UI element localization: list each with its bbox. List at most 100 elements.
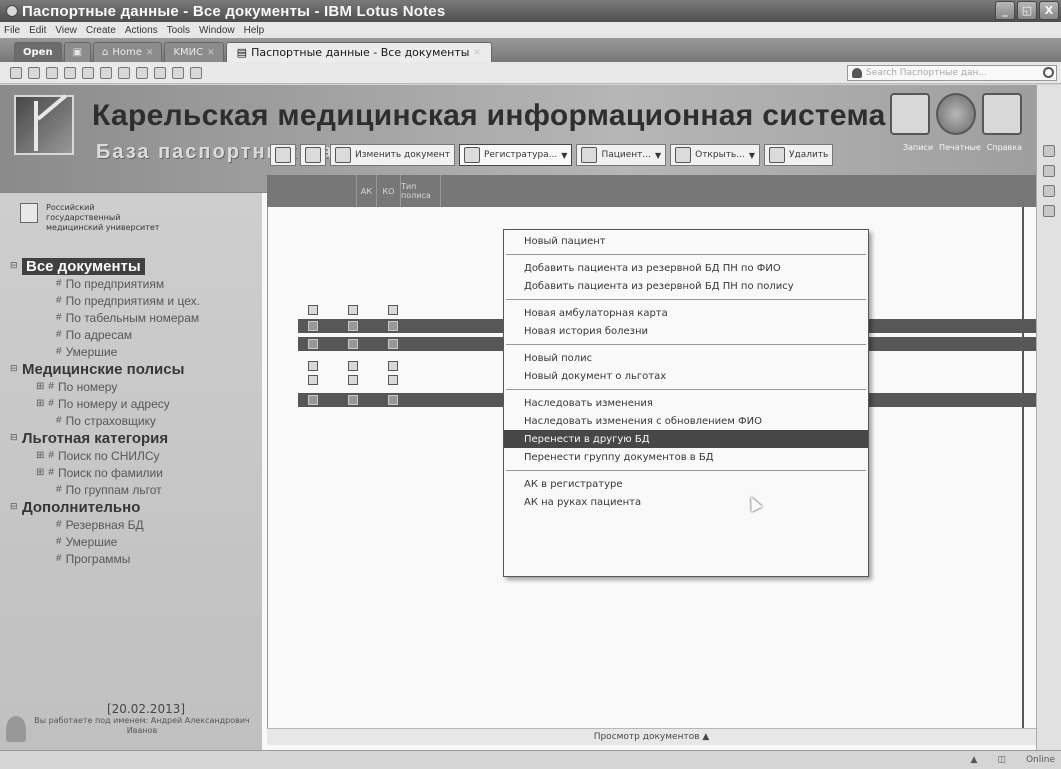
nav-item[interactable]: ⊞ # По номеру и адресу	[10, 395, 260, 412]
toolbar-find-icon[interactable]	[154, 66, 166, 79]
close-tab-icon[interactable]: ✕	[146, 48, 154, 58]
nav-item-label: По страховщику	[65, 413, 156, 428]
nav-item[interactable]: # По предприятиям	[10, 275, 260, 292]
activities-icon[interactable]	[1043, 205, 1055, 217]
twistie-icon[interactable]: ⊟	[10, 433, 18, 443]
toolbar-edit-icon[interactable]	[64, 66, 76, 79]
nav-item[interactable]: # По адресам	[10, 326, 260, 343]
menu-item-inherit-changes[interactable]: Наследовать изменения	[504, 394, 868, 412]
toolbar-link-icon[interactable]	[172, 66, 184, 79]
menu-window[interactable]: Window	[199, 25, 235, 36]
print-button[interactable]	[270, 144, 296, 166]
online-status[interactable]: Online	[1026, 755, 1055, 765]
nav-benefit[interactable]: ⊟ Льготная категория	[10, 429, 260, 447]
search-icon[interactable]	[1043, 67, 1054, 78]
close-tab-icon[interactable]: ✕	[473, 48, 481, 58]
menu-tools[interactable]: Tools	[167, 25, 190, 36]
search-placeholder: Search Паспортные дан...	[866, 68, 987, 78]
nav-item[interactable]: ⊞ # По номеру	[10, 378, 260, 395]
menu-item-move-group-to-db[interactable]: Перенести группу документов в БД	[504, 448, 868, 466]
registry-button[interactable]: Регистратура... ▼	[458, 144, 573, 166]
toolbar-refresh-icon[interactable]	[46, 66, 58, 79]
menu-help[interactable]: Help	[244, 25, 265, 36]
refresh-button[interactable]	[300, 144, 326, 166]
print-forms-icon[interactable]	[936, 93, 976, 135]
patient-button[interactable]: Пациент... ▼	[576, 144, 667, 166]
nav-item[interactable]: # Резервная БД	[10, 516, 260, 533]
menu-item-new-outpatient-card[interactable]: Новая амбулаторная карта	[504, 304, 868, 322]
column-header[interactable]	[297, 175, 357, 207]
nav-extra[interactable]: ⊟ Дополнительно	[10, 498, 260, 516]
toolbar-person-icon[interactable]	[28, 66, 40, 79]
menu-file[interactable]: File	[4, 25, 20, 36]
expand-icon[interactable]: ⊞	[36, 398, 44, 409]
edit-document-button[interactable]: Изменить документ	[330, 144, 455, 166]
menu-view[interactable]: View	[55, 25, 77, 36]
minimize-button[interactable]: _	[995, 1, 1015, 20]
nav-item[interactable]: # По табельным номерам	[10, 309, 260, 326]
menu-item-new-case-history[interactable]: Новая история болезни	[504, 322, 868, 340]
records-icon[interactable]	[890, 93, 930, 135]
status-arrow-icon[interactable]: ▲	[971, 755, 978, 765]
nav-all-documents[interactable]: ⊟ Все документы	[10, 257, 260, 275]
nav-item[interactable]: ⊞ # Поиск по СНИЛСу	[10, 447, 260, 464]
menu-actions[interactable]: Actions	[125, 25, 158, 36]
nav-item[interactable]: # По предприятиям и цех.	[10, 292, 260, 309]
nav-item[interactable]: ⊞ # Поиск по фамилии	[10, 464, 260, 481]
nav-item[interactable]: # По группам льгот	[10, 481, 260, 498]
day-at-a-glance-icon[interactable]	[1043, 145, 1055, 157]
tab-passport-data[interactable]: ▤ Паспортные данные - Все документы ✕	[225, 42, 492, 62]
toolbar-print-icon[interactable]	[136, 66, 148, 79]
menu-item-card-in-registry[interactable]: АК в регистратуре	[504, 475, 868, 493]
nav-item[interactable]: # Программы	[10, 550, 260, 567]
sametime-icon[interactable]	[1043, 185, 1055, 197]
menu-item-inherit-changes-fio[interactable]: Наследовать изменения с обновлением ФИО	[504, 412, 868, 430]
tab-home[interactable]: ⌂ Home ✕	[93, 42, 163, 62]
close-button[interactable]: X	[1039, 1, 1059, 20]
home-icon: ⌂	[102, 47, 109, 58]
nav-item[interactable]: # По страховщику	[10, 412, 260, 429]
menu-item-add-by-policy[interactable]: Добавить пациента из резервной БД ПН по …	[504, 277, 868, 295]
card-icon	[388, 375, 398, 385]
column-header[interactable]: КО	[377, 175, 401, 207]
open-button[interactable]: Открыть... ▼	[670, 144, 760, 166]
nav-item[interactable]: # Умершие	[10, 533, 260, 550]
menu-edit[interactable]: Edit	[29, 25, 46, 36]
menu-item-add-by-fio[interactable]: Добавить пациента из резервной БД ПН по …	[504, 259, 868, 277]
database-icon: ▤	[236, 46, 248, 59]
menu-item-new-policy[interactable]: Новый полис	[504, 349, 868, 367]
toolbar-copy-icon[interactable]	[82, 66, 94, 79]
toolbar-paste-icon[interactable]	[100, 66, 112, 79]
expand-icon[interactable]: ⊞	[36, 381, 44, 392]
toolbar-bookmark-icon[interactable]	[190, 66, 202, 79]
column-header[interactable]: АК	[357, 175, 377, 207]
help-icon[interactable]	[982, 93, 1022, 135]
tab-workspace[interactable]: ▣	[63, 42, 92, 62]
toolbar-new-icon[interactable]	[10, 66, 22, 79]
menu-item-new-patient[interactable]: Новый пациент	[504, 232, 868, 250]
menu-item-move-to-db[interactable]: Перенести в другую БД	[504, 430, 868, 448]
menu-create[interactable]: Create	[86, 25, 116, 36]
favorites-icon[interactable]	[1043, 165, 1055, 177]
delete-button[interactable]: Удалить	[763, 144, 834, 166]
expand-icon[interactable]: ⊞	[36, 467, 44, 478]
tab-open[interactable]: Open	[14, 42, 62, 62]
tab-kmis[interactable]: KMИС ✕	[164, 42, 224, 62]
nav-policies[interactable]: ⊟ Медицинские полисы	[10, 360, 260, 378]
maximize-button[interactable]: ◱	[1017, 1, 1037, 20]
menu-item-new-benefit-doc[interactable]: Новый документ о льготах	[504, 367, 868, 385]
toolbar-mail-icon[interactable]	[118, 66, 130, 79]
twistie-icon[interactable]: ⊟	[10, 364, 18, 374]
nav-item[interactable]: # Умершие	[10, 343, 260, 360]
twistie-icon[interactable]: ⊟	[10, 502, 18, 512]
twistie-icon[interactable]: ⊟	[10, 261, 18, 271]
view-footer[interactable]: Просмотр документов ▲	[267, 728, 1036, 745]
close-tab-icon[interactable]: ✕	[207, 48, 215, 58]
expand-icon[interactable]: ⊞	[36, 450, 44, 461]
column-header[interactable]: Тип полиса	[401, 175, 441, 207]
toolbar: Search Паспортные дан...	[0, 62, 1061, 84]
page-icon	[463, 147, 480, 163]
menu-item-card-with-patient[interactable]: АК на руках пациента	[504, 493, 868, 511]
sidebar-footer: [20.02.2013] Вы работаете под именем: Ан…	[6, 702, 256, 742]
search-input[interactable]: Search Паспортные дан...	[847, 65, 1057, 81]
